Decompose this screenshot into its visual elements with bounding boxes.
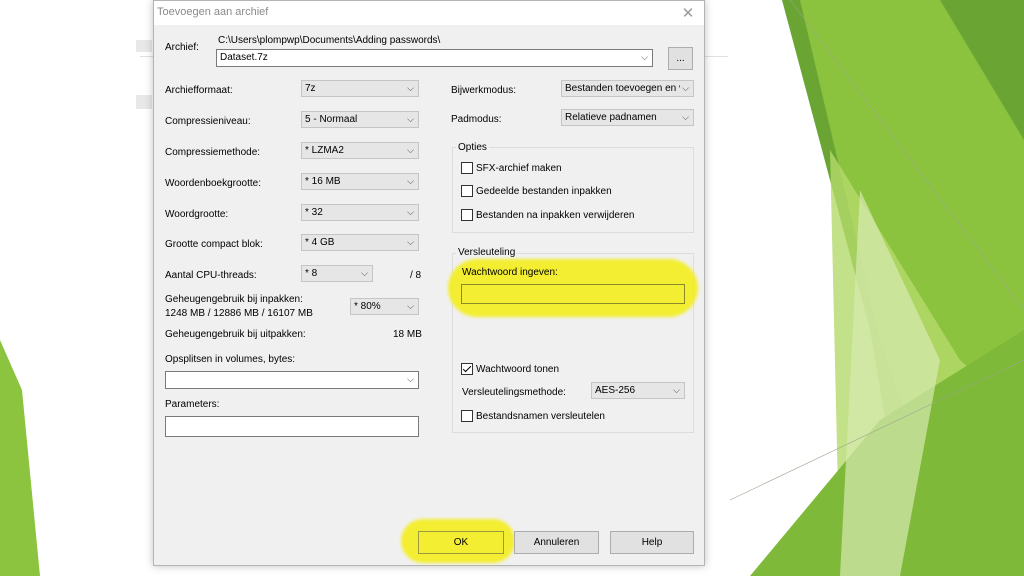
update-select[interactable]: Bestanden toevoegen en ve ⌵ bbox=[561, 80, 694, 97]
word-value: * 32 bbox=[305, 207, 323, 218]
chevron-down-icon: ⌵ bbox=[407, 176, 414, 186]
dict-value: * 16 MB bbox=[305, 176, 341, 187]
word-label: Woordgrootte: bbox=[165, 209, 229, 220]
shared-files-checkbox[interactable] bbox=[461, 185, 473, 197]
delete-after-checkbox[interactable] bbox=[461, 209, 473, 221]
close-icon[interactable]: ✕ bbox=[680, 4, 696, 22]
enc-method-value: AES-256 bbox=[595, 385, 636, 396]
format-value: 7z bbox=[305, 83, 316, 94]
split-label: Opsplitsen in volumes, bytes: bbox=[165, 354, 296, 365]
show-password-label[interactable]: Wachtwoord tonen bbox=[476, 364, 559, 375]
encryption-title: Versleuteling bbox=[456, 247, 518, 258]
mem-pack-detail: 1248 MB / 12886 MB / 16107 MB bbox=[165, 308, 313, 319]
archive-name-combo[interactable]: Dataset.7z ⌵ bbox=[216, 49, 653, 67]
method-label: Compressiemethode: bbox=[165, 147, 261, 158]
threads-label: Aantal CPU-threads: bbox=[165, 270, 257, 281]
mem-pack-select[interactable]: * 80% ⌵ bbox=[350, 298, 419, 315]
params-input[interactable] bbox=[165, 416, 419, 437]
dict-select[interactable]: * 16 MB ⌵ bbox=[301, 173, 419, 190]
chevron-down-icon: ⌵ bbox=[680, 81, 689, 96]
archive-label: Archief: bbox=[165, 42, 199, 53]
enc-method-label: Versleutelingsmethode: bbox=[462, 387, 566, 398]
options-title: Opties bbox=[456, 142, 489, 153]
threads-value: * 8 bbox=[305, 268, 318, 279]
chevron-down-icon: ⌵ bbox=[407, 145, 414, 155]
password-input[interactable] bbox=[461, 284, 685, 304]
chevron-down-icon: ⌵ bbox=[361, 268, 368, 278]
solid-label: Grootte compact blok: bbox=[165, 239, 263, 250]
enc-method-select[interactable]: AES-256 ⌵ bbox=[591, 382, 685, 399]
update-label: Bijwerkmodus: bbox=[451, 85, 517, 96]
method-select[interactable]: * LZMA2 ⌵ bbox=[301, 142, 419, 159]
archive-name-value: Dataset.7z bbox=[220, 52, 268, 63]
dialog-title: Toevoegen aan archief bbox=[157, 6, 269, 18]
add-to-archive-dialog: Toevoegen aan archief ✕ Archief: C:\User… bbox=[153, 0, 705, 566]
mem-pack-label: Geheugengebruik bij inpakken: bbox=[165, 294, 303, 305]
split-combo[interactable]: ⌵ bbox=[165, 371, 419, 389]
chevron-down-icon: ⌵ bbox=[673, 385, 680, 395]
help-button[interactable]: Help bbox=[610, 531, 694, 554]
delete-after-label[interactable]: Bestanden na inpakken verwijderen bbox=[476, 210, 634, 221]
level-label: Compressieniveau: bbox=[165, 116, 251, 127]
format-select[interactable]: 7z ⌵ bbox=[301, 80, 419, 97]
chevron-down-icon: ⌵ bbox=[407, 114, 414, 124]
chevron-down-icon: ⌵ bbox=[407, 207, 414, 217]
chevron-down-icon: ⌵ bbox=[641, 52, 648, 62]
green-shape-bottom-left bbox=[0, 340, 40, 576]
solid-value: * 4 GB bbox=[305, 237, 335, 248]
ok-button[interactable]: OK bbox=[418, 531, 504, 554]
chevron-down-icon: ⌵ bbox=[682, 112, 689, 122]
browse-button[interactable]: ... bbox=[668, 47, 693, 70]
background-window-stripe bbox=[136, 40, 152, 52]
chevron-down-icon: ⌵ bbox=[407, 301, 414, 311]
password-label: Wachtwoord ingeven: bbox=[462, 267, 558, 278]
dict-label: Woordenboekgrootte: bbox=[165, 178, 261, 189]
threads-select[interactable]: * 8 ⌵ bbox=[301, 265, 373, 282]
chevron-down-icon: ⌵ bbox=[407, 374, 414, 384]
mem-unpack-label: Geheugengebruik bij uitpakken: bbox=[165, 329, 306, 340]
method-value: * LZMA2 bbox=[305, 145, 344, 156]
sfx-label[interactable]: SFX-archief maken bbox=[476, 163, 562, 174]
encrypt-names-label[interactable]: Bestandsnamen versleutelen bbox=[476, 411, 605, 422]
level-select[interactable]: 5 - Normaal ⌵ bbox=[301, 111, 419, 128]
chevron-down-icon: ⌵ bbox=[407, 237, 414, 247]
background-window-stripe-2 bbox=[136, 95, 152, 109]
update-value: Bestanden toevoegen en ve bbox=[565, 83, 690, 94]
shared-files-label[interactable]: Gedeelde bestanden inpakken bbox=[476, 186, 612, 197]
path-mode-label: Padmodus: bbox=[451, 114, 502, 125]
path-mode-select[interactable]: Relatieve padnamen ⌵ bbox=[561, 109, 694, 126]
encrypt-names-checkbox[interactable] bbox=[461, 410, 473, 422]
sfx-checkbox[interactable] bbox=[461, 162, 473, 174]
level-value: 5 - Normaal bbox=[305, 114, 358, 125]
mem-unpack-value: 18 MB bbox=[393, 329, 422, 340]
cancel-button[interactable]: Annuleren bbox=[514, 531, 599, 554]
threads-max: / 8 bbox=[410, 270, 422, 281]
word-select[interactable]: * 32 ⌵ bbox=[301, 204, 419, 221]
format-label: Archiefformaat: bbox=[165, 85, 233, 96]
params-label: Parameters: bbox=[165, 399, 220, 410]
solid-select[interactable]: * 4 GB ⌵ bbox=[301, 234, 419, 251]
show-password-checkbox[interactable] bbox=[461, 363, 473, 375]
archive-path: C:\Users\plompwp\Documents\Adding passwo… bbox=[218, 35, 441, 46]
path-mode-value: Relatieve padnamen bbox=[565, 112, 657, 123]
title-bar[interactable]: Toevoegen aan archief ✕ bbox=[154, 1, 704, 25]
chevron-down-icon: ⌵ bbox=[407, 83, 414, 93]
mem-pack-value: * 80% bbox=[354, 301, 381, 312]
